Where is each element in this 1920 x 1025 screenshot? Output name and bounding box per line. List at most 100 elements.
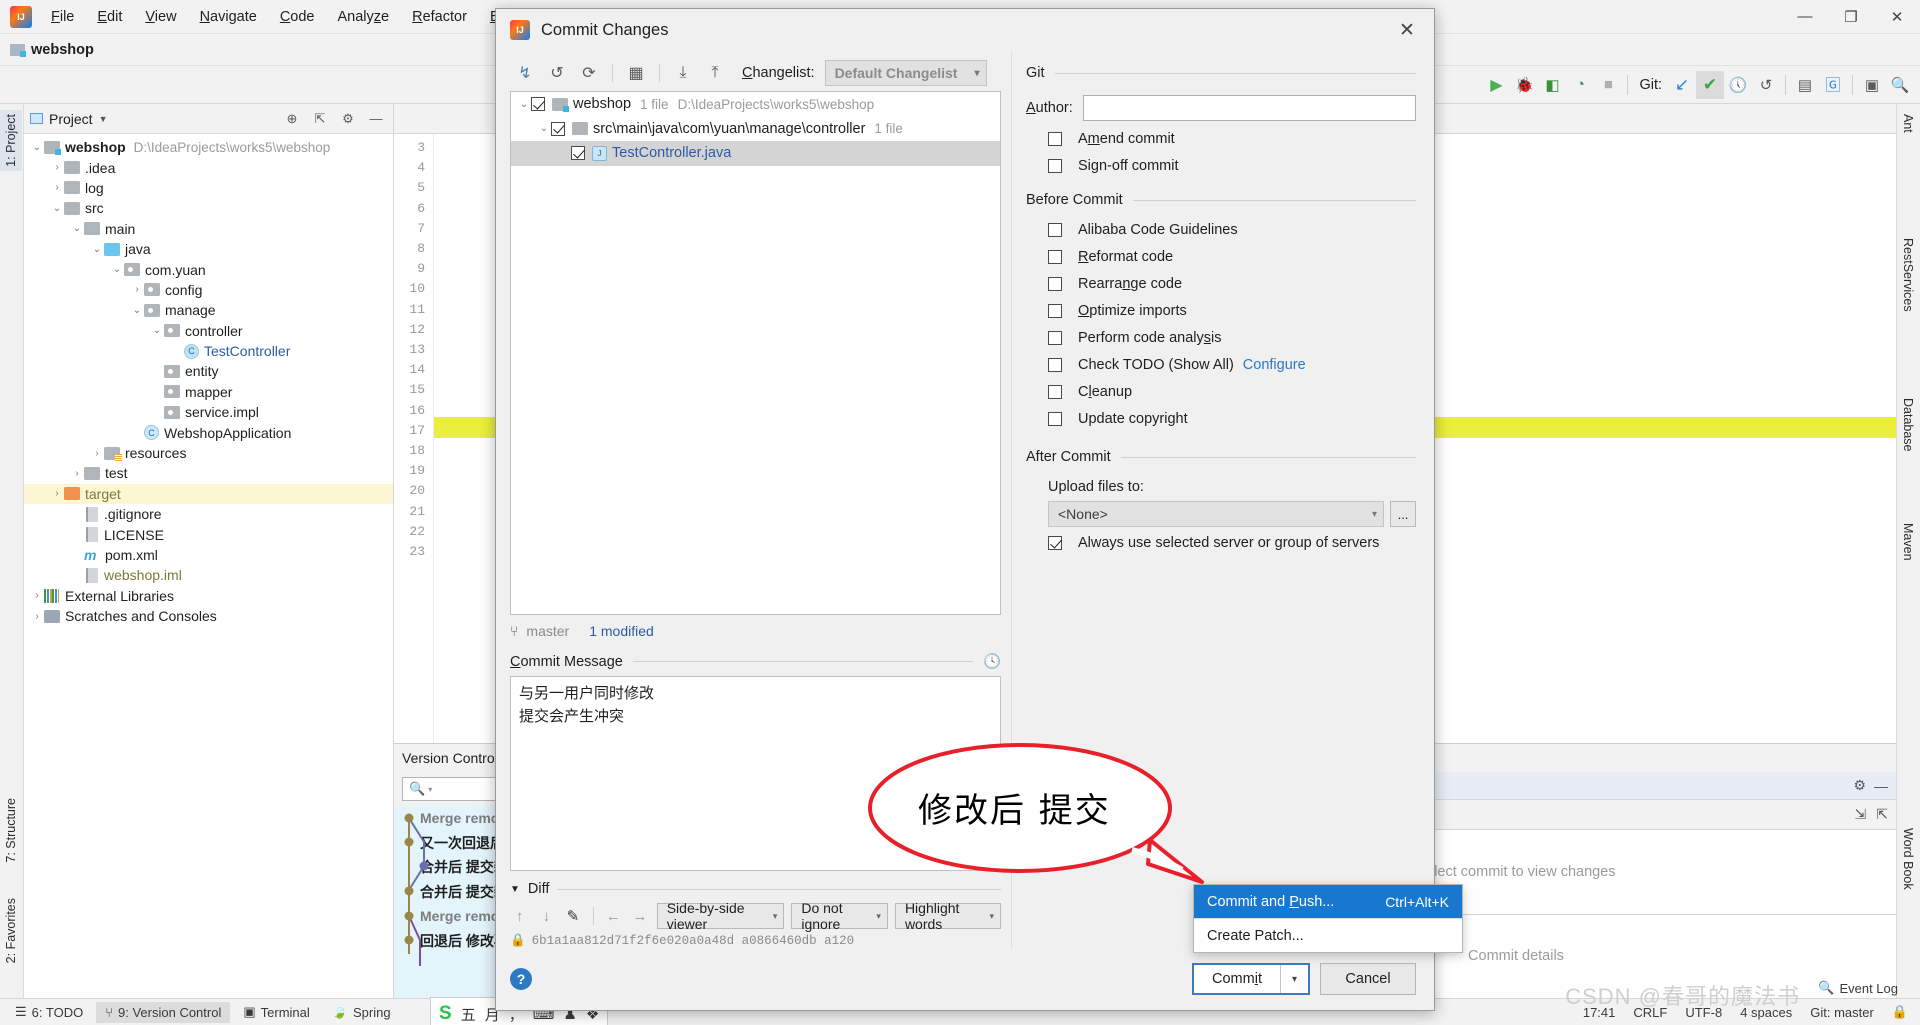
menu-code[interactable]: Code [269,5,326,29]
status-encoding[interactable]: UTF-8 [1685,1005,1722,1020]
commit-message-input[interactable]: 与另一用户同时修改 提交会产生冲突 [510,676,1001,871]
commit-split-button[interactable]: Comm i t ▾ [1192,963,1310,995]
amend-commit-checkbox[interactable] [1048,132,1062,146]
whitespace-combo[interactable]: Do not ignore ▾ [791,900,888,932]
project-tree[interactable]: ⌄ webshop D:\IdeaProjects\works5\webshop ›.… [24,134,393,998]
tree-expander[interactable]: ⌄ [110,264,124,275]
commit-file-row[interactable]: ⌄ src\main\java\com\yuan\manage\controlle… [511,117,1000,142]
menu-navigate[interactable]: Navigate [189,5,268,29]
highlight-combo[interactable]: Highlight words ▾ [894,900,1002,932]
sidebar-item-ant[interactable]: Ant [1897,110,1919,137]
git-history-icon[interactable]: 🕔 [1724,71,1752,99]
accept-left-icon[interactable]: ← [604,904,624,928]
before-commit-option[interactable]: Perform code analysis [1048,330,1416,346]
tree-expander[interactable]: ⌄ [130,305,144,316]
menu-file[interactable]: File [40,5,85,29]
hide-panel-icon[interactable]: — [365,108,387,130]
clock-icon[interactable]: 🕓 [983,653,1001,670]
project-tree-row[interactable]: ⌄ main [24,219,393,239]
configure-link[interactable]: Configure [1243,357,1306,373]
tree-expander[interactable]: › [50,182,64,193]
menu-refactor[interactable]: Refactor [401,5,478,29]
project-tree-row[interactable]: .gitignore [24,504,393,524]
file-tree-expander[interactable]: ⌄ [517,99,531,110]
project-tree-row[interactable]: ⌄ java [24,239,393,259]
group-by-icon-dlg[interactable]: ▦ [621,59,651,87]
project-tree-row[interactable]: › .idea [24,157,393,177]
chevron-down-icon[interactable]: ▼ [99,114,108,124]
signoff-commit-row[interactable]: Sign-off commit [1048,158,1416,174]
before-commit-option[interactable]: Cleanup [1048,384,1416,400]
file-checkbox[interactable] [531,97,545,112]
file-tree-expander[interactable]: ⌄ [537,123,551,134]
project-tree-row[interactable]: › config [24,280,393,300]
status-line-separator[interactable]: CRLF [1633,1005,1667,1020]
expand-all-icon[interactable]: ⇲ [1855,806,1867,823]
sidebar-item-word-book[interactable]: Word Book [1897,824,1919,894]
tree-expander[interactable]: ⌄ [50,203,64,214]
menu-item-commit-and-push[interactable]: Commit and Push... Ctrl+Alt+K [1194,885,1462,918]
tree-expander[interactable]: ⌄ [150,325,164,336]
run-coverage-icon[interactable]: ◧ [1538,71,1566,99]
before-commit-option[interactable]: Check TODO (Show All) Configure [1048,357,1416,373]
presentation-icon[interactable]: ▣ [1858,71,1886,99]
project-structure-icon[interactable]: ▤ [1791,71,1819,99]
search-everywhere-icon[interactable]: 🔍 [1886,71,1914,99]
menu-view[interactable]: View [134,5,187,29]
option-checkbox[interactable] [1048,277,1062,291]
collapse-all-icon-dlg[interactable]: ⤒ [700,59,730,87]
status-indent[interactable]: 4 spaces [1740,1005,1792,1020]
sidebar-item-maven[interactable]: Maven [1897,519,1919,565]
author-input[interactable] [1082,95,1416,121]
changed-files-tree[interactable]: ⌄ webshop 1 file D:\IdeaProjects\works5\web… [510,91,1001,615]
undo-icon[interactable]: ↺ [542,59,572,87]
option-checkbox[interactable] [1048,223,1062,237]
project-tree-row[interactable]: ⌄ manage [24,300,393,320]
git-rollback-icon[interactable]: ↺ [1752,71,1780,99]
file-checkbox[interactable] [551,121,565,136]
commit-dropdown-arrow[interactable]: ▾ [1280,965,1308,993]
tree-expander[interactable]: › [70,468,84,479]
browse-servers-button[interactable]: ... [1390,501,1416,527]
tree-expander[interactable]: › [50,162,64,173]
project-tree-row[interactable]: webshop.iml [24,565,393,585]
profile-icon[interactable]: ◔ [1566,71,1594,99]
dialog-close-button[interactable]: ✕ [1386,11,1428,49]
status-tab-terminal[interactable]: ▣ Terminal [234,1001,318,1023]
stop-icon[interactable]: ■ [1594,71,1622,99]
chevron-down-icon-diff[interactable]: ▼ [510,884,520,895]
commit-file-row[interactable]: ⌄ webshop 1 file D:\IdeaProjects\works5\web… [511,92,1000,117]
project-tree-row[interactable]: mapper [24,382,393,402]
cancel-button[interactable]: Cancel [1320,963,1416,995]
tree-expander[interactable]: ⌄ [30,142,44,153]
lock-icon[interactable]: 🔒 [1892,1004,1908,1020]
sidebar-item-structure[interactable]: 7: Structure [0,794,22,867]
amend-commit-row[interactable]: Amend commit [1048,131,1416,147]
menu-analyze[interactable]: Analyze [327,5,401,29]
debug-icon[interactable]: 🐞 [1510,71,1538,99]
option-checkbox[interactable] [1048,304,1062,318]
option-checkbox[interactable] [1048,358,1062,372]
before-commit-option[interactable]: Rearrange code [1048,276,1416,292]
project-tree-row[interactable]: C TestController [24,341,393,361]
git-update-icon[interactable]: ↙ [1668,71,1696,99]
tree-expander[interactable]: ⌄ [70,223,84,234]
project-tree-row[interactable]: ⌄ controller [24,321,393,341]
run-icon[interactable]: ▶ [1482,71,1510,99]
details-gear-icon[interactable]: ⚙ [1853,777,1866,794]
menu-edit[interactable]: Edit [86,5,133,29]
next-diff-icon[interactable]: ↓ [537,904,557,928]
project-tree-row[interactable]: › test [24,463,393,483]
details-hide-icon[interactable]: — [1874,778,1888,794]
before-commit-option[interactable]: Reformat code [1048,249,1416,265]
locate-icon[interactable]: ⊕ [281,108,303,130]
option-checkbox[interactable] [1048,331,1062,345]
project-tree-row[interactable]: service.impl [24,402,393,422]
accept-right-icon[interactable]: → [630,904,650,928]
always-use-server-row[interactable]: Always use selected server or group of s… [1048,535,1416,551]
project-tree-row[interactable]: › Scratches and Consoles [24,606,393,626]
tree-expander[interactable]: › [130,284,144,295]
close-button[interactable]: ✕ [1874,0,1920,34]
changelist-combo[interactable]: Default Changelist ▾ [824,60,987,86]
status-git-branch[interactable]: Git: master [1810,1005,1874,1020]
